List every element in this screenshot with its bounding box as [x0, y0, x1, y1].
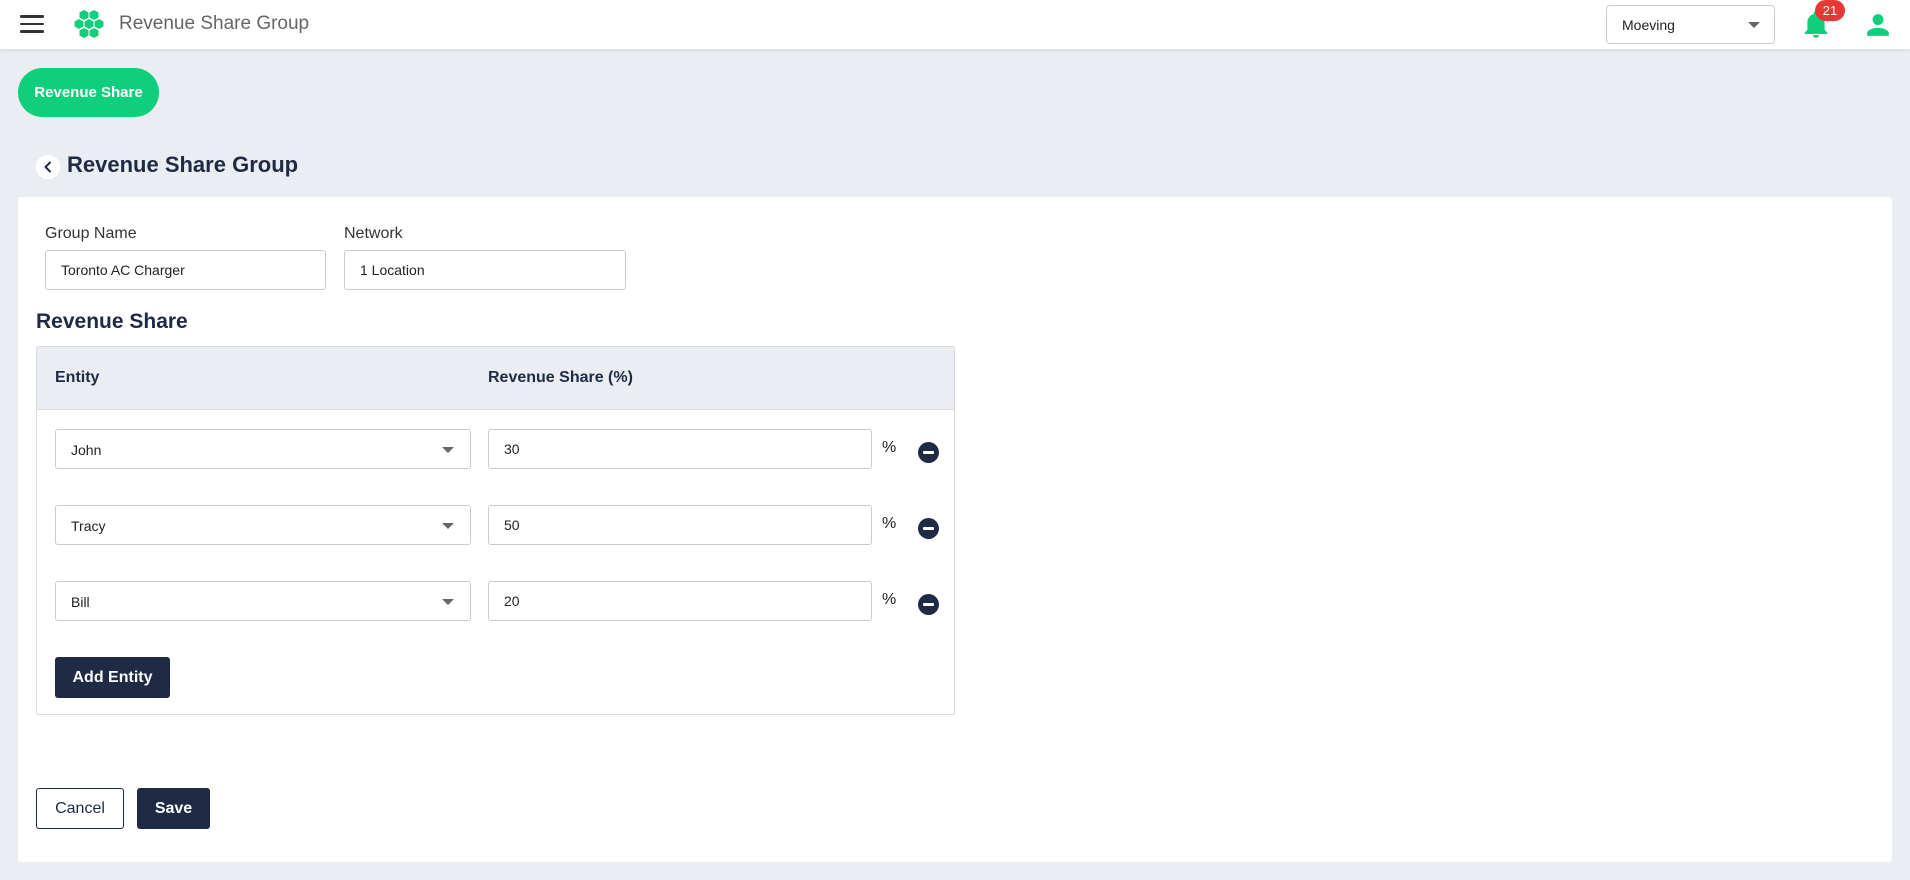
hexagon-cluster-logo	[74, 10, 104, 38]
entity-select-value: Bill	[71, 594, 90, 610]
chevron-left-icon	[44, 161, 51, 173]
share-percent-input[interactable]: 30	[488, 429, 872, 469]
group-name-label: Group Name	[45, 225, 137, 242]
revenue-share-tab[interactable]: Revenue Share	[18, 68, 159, 117]
top-bar: Revenue Share Group Moeving 21	[0, 0, 1910, 50]
percent-sign: %	[882, 515, 897, 532]
hamburger-menu-icon[interactable]	[20, 15, 44, 35]
percent-sign: %	[882, 591, 897, 608]
share-percent-input[interactable]: 50	[488, 505, 872, 545]
entity-select[interactable]: Tracy	[55, 505, 471, 545]
add-entity-button[interactable]: Add Entity	[55, 657, 170, 698]
revenue-share-table: Entity Revenue Share (%) John 30 % Tracy…	[36, 346, 955, 715]
save-button[interactable]: Save	[137, 788, 210, 829]
percent-sign: %	[882, 439, 897, 456]
network-input[interactable]: 1 Location	[344, 250, 626, 290]
cancel-button[interactable]: Cancel	[36, 788, 124, 829]
share-column-header: Revenue Share (%)	[488, 369, 633, 386]
share-percent-input[interactable]: 20	[488, 581, 872, 621]
chevron-down-icon	[442, 447, 454, 453]
entity-select-value: John	[71, 442, 102, 458]
page-title: Revenue Share Group	[67, 152, 299, 177]
chevron-down-icon	[442, 523, 454, 529]
group-name-input[interactable]: Toronto AC Charger	[45, 250, 326, 290]
minus-circle-icon[interactable]	[918, 594, 939, 615]
minus-circle-icon[interactable]	[918, 518, 939, 539]
revenue-share-section-title: Revenue Share	[36, 310, 188, 333]
user-icon[interactable]	[1865, 12, 1891, 38]
chevron-down-icon	[1748, 22, 1760, 28]
app-title: Revenue Share Group	[119, 13, 310, 34]
minus-circle-icon[interactable]	[918, 442, 939, 463]
back-button[interactable]	[36, 155, 60, 179]
network-label: Network	[344, 225, 403, 242]
organization-select-value: Moeving	[1622, 17, 1675, 33]
revenue-share-table-header: Entity Revenue Share (%)	[37, 347, 954, 410]
entity-select[interactable]: John	[55, 429, 471, 469]
entity-select-value: Tracy	[71, 518, 106, 534]
organization-select[interactable]: Moeving	[1606, 5, 1775, 44]
chevron-down-icon	[442, 599, 454, 605]
entity-select[interactable]: Bill	[55, 581, 471, 621]
notification-count-badge: 21	[1815, 0, 1845, 21]
entity-column-header: Entity	[55, 369, 100, 386]
